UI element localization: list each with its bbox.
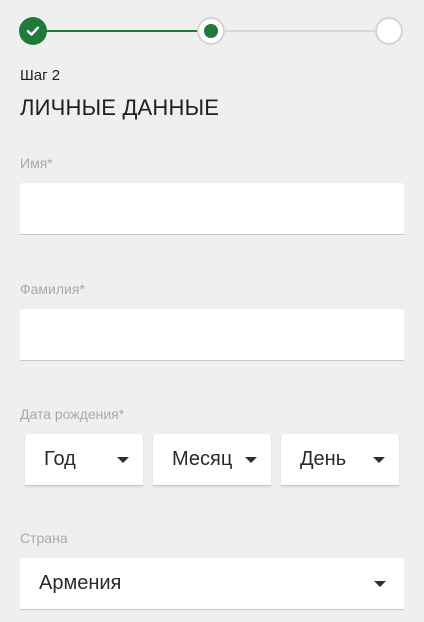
- birth-year-value: Год: [44, 448, 76, 470]
- step-2-current: [197, 17, 225, 45]
- first-name-label: Имя*: [20, 155, 53, 171]
- last-name-label: Фамилия*: [20, 281, 85, 297]
- dropdown-arrow-icon: [117, 456, 129, 463]
- birth-month-select[interactable]: Месяц: [153, 434, 271, 486]
- current-step-dot: [204, 24, 218, 38]
- birth-date-label-text: Дата рождения: [20, 406, 119, 422]
- step-3-upcoming: [375, 17, 403, 45]
- country-label: Страна: [20, 530, 68, 546]
- country-select[interactable]: Армения: [20, 558, 404, 610]
- dropdown-arrow-icon: [373, 456, 385, 463]
- section-title: ЛИЧНЫЕ ДАННЫЕ: [20, 95, 220, 120]
- dropdown-arrow-icon: [245, 456, 257, 463]
- first-name-input[interactable]: [20, 183, 404, 235]
- birth-day-value: День: [300, 448, 347, 470]
- required-mark: *: [79, 281, 85, 297]
- birth-date-label: Дата рождения*: [20, 406, 124, 422]
- dropdown-arrow-icon: [374, 580, 386, 587]
- country-value: Армения: [39, 572, 122, 594]
- step-connector-completed: [33, 30, 211, 32]
- step-1-completed: [19, 17, 47, 45]
- birth-year-select[interactable]: Год: [25, 434, 143, 486]
- progress-stepper: [0, 0, 424, 62]
- required-mark: *: [118, 406, 125, 422]
- birth-day-select[interactable]: День: [281, 434, 399, 486]
- step-label: Шаг 2: [20, 67, 61, 84]
- required-mark: *: [47, 155, 53, 171]
- step-connector-upcoming: [211, 30, 389, 32]
- last-name-label-text: Фамилия: [20, 281, 80, 297]
- check-icon: [26, 26, 40, 36]
- birth-month-value: Месяц: [172, 448, 233, 470]
- last-name-input[interactable]: [20, 309, 404, 361]
- first-name-label-text: Имя: [20, 155, 48, 171]
